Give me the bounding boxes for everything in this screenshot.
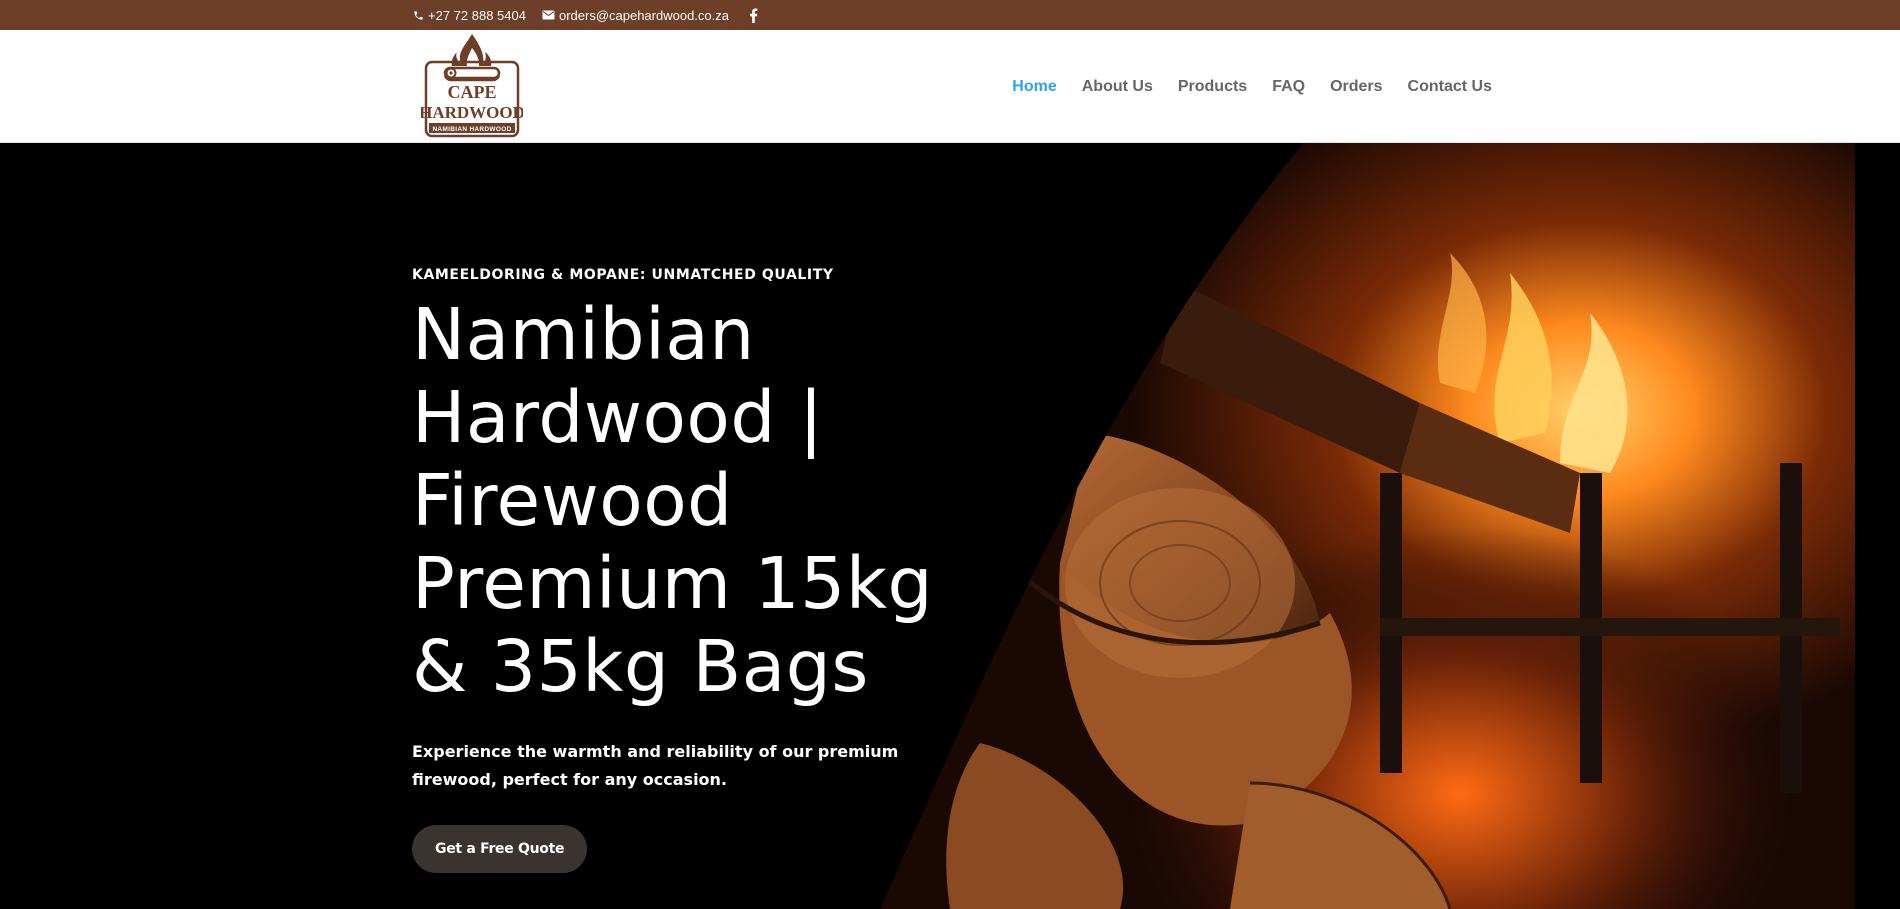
nav-about-us[interactable]: About Us (1082, 78, 1153, 96)
hero-headline: Namibian Hardwood | Firewood Premium 15k… (412, 293, 934, 708)
main-nav: Home About Us Products FAQ Orders Contac… (1012, 30, 1492, 143)
hero-kicker: KAMEELDORING & MOPANE: UNMATCHED QUALITY (412, 267, 834, 283)
facebook-icon (749, 8, 758, 23)
get-free-quote-button[interactable]: Get a Free Quote (412, 825, 588, 873)
email-address: orders@capehardwood.co.za (558, 7, 729, 23)
logo-line2: HARDWOOD (421, 103, 523, 122)
logo-line1: CAPE (448, 82, 497, 102)
site-logo[interactable]: CAPE HARDWOOD NAMIBIAN HARDWOOD (419, 32, 525, 140)
hero-subtext: Experience the warmth and reliability of… (412, 742, 899, 789)
nav-contact-us[interactable]: Contact Us (1408, 78, 1492, 96)
nav-home[interactable]: Home (1012, 78, 1056, 96)
envelope-icon (542, 10, 555, 20)
facebook-link[interactable] (749, 8, 758, 23)
nav-orders[interactable]: Orders (1330, 78, 1382, 96)
hero-section: KAMEELDORING & MOPANE: UNMATCHED QUALITY… (0, 143, 1900, 909)
phone-icon (414, 10, 423, 20)
phone-contact[interactable]: +27 72 888 5404 (413, 8, 526, 23)
top-bar: +27 72 888 5404 orders@capehardwood.co.z… (0, 0, 1900, 30)
site-header: CAPE HARDWOOD NAMIBIAN HARDWOOD Home Abo… (0, 30, 1900, 143)
nav-products[interactable]: Products (1178, 78, 1247, 96)
email-contact[interactable]: orders@capehardwood.co.za (542, 8, 729, 23)
logo-tagline: NAMIBIAN HARDWOOD (432, 126, 511, 133)
nav-faq[interactable]: FAQ (1272, 78, 1305, 96)
phone-number: +27 72 888 5404 (428, 7, 526, 23)
